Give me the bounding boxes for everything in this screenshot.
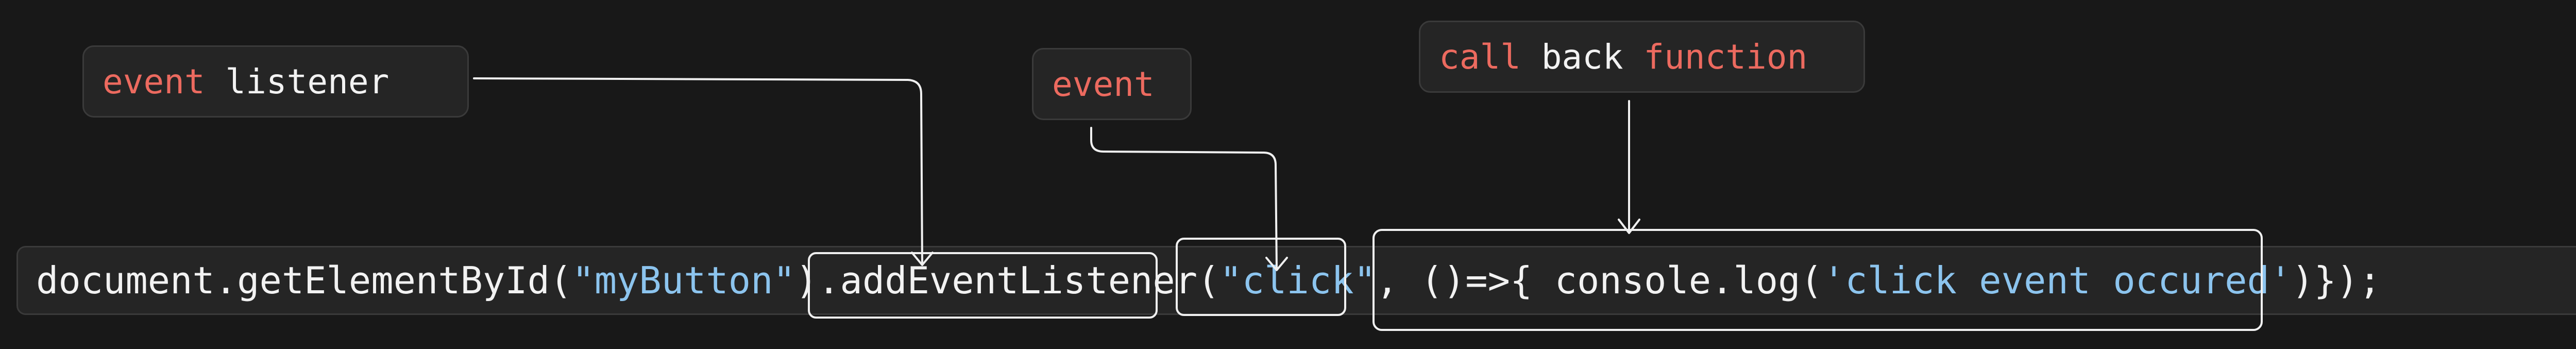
code-arrow-end: )}: [2292, 259, 2336, 302]
code-suffix: );: [2336, 259, 2381, 302]
label-text: back: [1520, 37, 1644, 77]
code-method: addEventListener: [840, 259, 1198, 302]
label-event-listener: event listener: [82, 45, 469, 118]
code-log-string: 'click event occured': [1822, 259, 2292, 302]
code-after-id: ).: [795, 259, 840, 302]
code-arrow-start: ()=>{ console.log(: [1420, 259, 1823, 302]
code-comma: ,: [1376, 259, 1421, 302]
code-open-paren: (: [1197, 259, 1220, 302]
code-id-string: "myButton": [572, 259, 795, 302]
label-keyword: function: [1643, 37, 1808, 77]
label-keyword: event: [103, 61, 205, 102]
code-event-string: "click": [1219, 259, 1376, 302]
connector-listener-arrow: [473, 77, 923, 265]
diagram-canvas: event listener event call back function …: [0, 0, 2576, 349]
code-line: document.getElementById("myButton"). addE…: [36, 247, 2381, 313]
label-keyword: event: [1052, 64, 1155, 104]
code-prefix: document.getElementById(: [36, 259, 572, 302]
label-event: event: [1032, 48, 1192, 120]
label-keyword: call: [1439, 37, 1521, 77]
label-callback-function: call back function: [1419, 21, 1865, 93]
arrowhead-callback: [1618, 219, 1640, 234]
label-text: listener: [205, 61, 389, 102]
